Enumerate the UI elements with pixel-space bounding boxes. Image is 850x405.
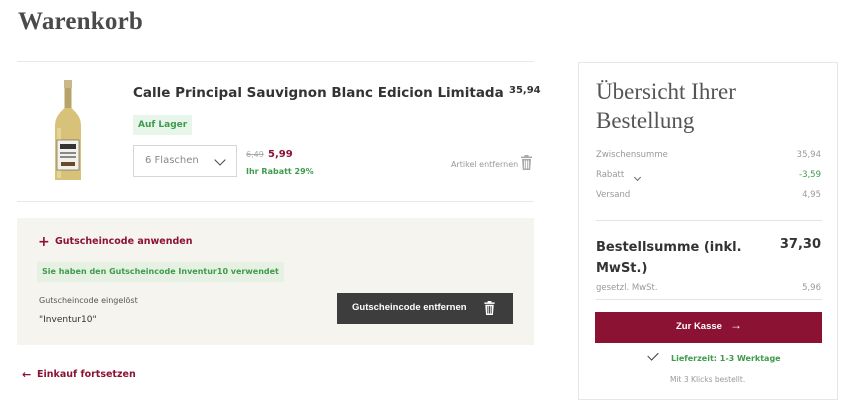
- shipping-value: 4,95: [802, 190, 821, 200]
- page-title: Warenkorb: [18, 8, 143, 35]
- delivery-time: Lieferzeit: 1-3 Werktage: [671, 354, 781, 363]
- arrow-left-icon[interactable]: ←: [22, 368, 31, 381]
- checkout-label: Zur Kasse: [676, 321, 722, 332]
- remove-voucher-button[interactable]: Gutscheincode entfernen: [337, 293, 513, 324]
- quantity-select[interactable]: 6 Flaschen: [133, 145, 237, 177]
- clicks-note: Mit 3 Klicks bestellt.: [670, 375, 746, 384]
- checkmark-icon: [647, 349, 659, 361]
- divider: [17, 61, 534, 62]
- plus-icon[interactable]: +: [38, 235, 50, 249]
- product-name[interactable]: Calle Principal Sauvignon Blanc Edicion …: [133, 85, 504, 101]
- discount-note: Ihr Rabatt 29%: [246, 167, 314, 176]
- product-image[interactable]: [52, 80, 84, 182]
- arrow-right-icon: →: [730, 318, 742, 332]
- trash-icon: [484, 301, 495, 315]
- vat-label: gesetzl. MwSt.: [596, 283, 658, 293]
- continue-shopping-link[interactable]: Einkauf fortsetzen: [37, 369, 136, 380]
- shipping-label: Versand: [596, 190, 631, 200]
- old-unit-price: 6,49: [246, 150, 264, 159]
- subtotal-value: 35,94: [796, 150, 821, 160]
- total-value: 37,30: [779, 237, 821, 252]
- total-label: Bestellsumme (inkl. MwSt.): [596, 240, 742, 276]
- chevron-down-icon: [214, 154, 226, 166]
- remove-voucher-label: Gutscheincode entfernen: [352, 302, 467, 313]
- apply-voucher-link[interactable]: Gutscheincode anwenden: [55, 236, 193, 247]
- order-summary: Übersicht Ihrer Bestellung Zwischensumme…: [578, 62, 838, 400]
- subtotal-label: Zwischensumme: [596, 150, 668, 160]
- remove-item-link[interactable]: Artikel entfernen: [451, 160, 518, 169]
- checkout-button[interactable]: Zur Kasse →: [595, 312, 822, 343]
- quantity-value: 6 Flaschen: [145, 155, 199, 166]
- voucher-redeemed-label: Gutscheincode eingelöst: [39, 296, 138, 305]
- stock-badge: Auf Lager: [133, 115, 193, 135]
- divider: [596, 220, 822, 221]
- unit-price: 5,99: [268, 149, 293, 160]
- discount-value: -3,59: [799, 170, 821, 180]
- discount-label[interactable]: Rabatt: [596, 170, 624, 180]
- divider: [596, 299, 822, 300]
- divider: [17, 201, 534, 202]
- summary-title: Übersicht Ihrer Bestellung: [596, 79, 736, 133]
- vat-value: 5,96: [802, 283, 821, 293]
- trash-icon[interactable]: [521, 155, 532, 170]
- product-line-total: 35,94: [509, 85, 541, 96]
- chevron-down-icon[interactable]: [633, 173, 642, 182]
- voucher-code: "Inventur10": [39, 315, 97, 325]
- voucher-success-message: Sie haben den Gutscheincode Inventur10 v…: [37, 262, 284, 282]
- voucher-panel: + Gutscheincode anwenden Sie haben den G…: [17, 218, 534, 345]
